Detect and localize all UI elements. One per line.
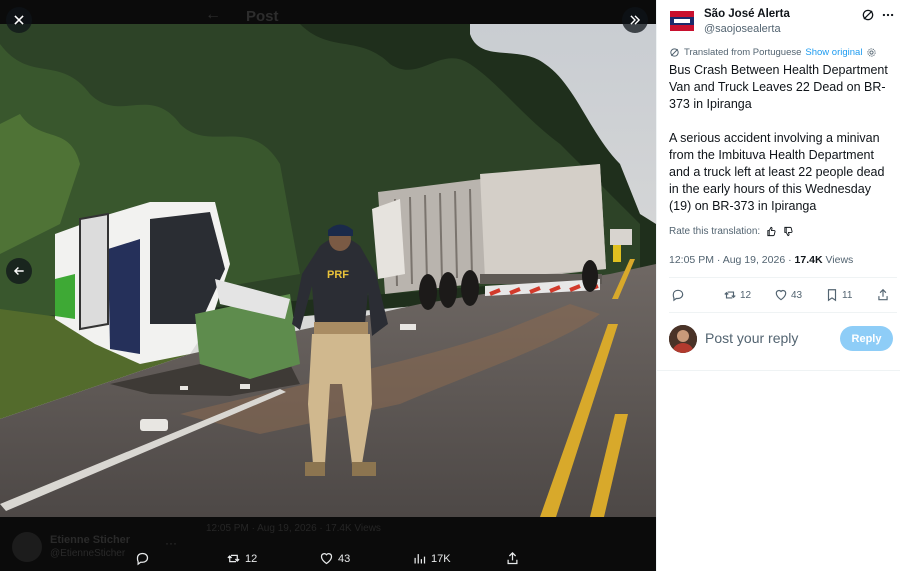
back-arrow-icon [13,267,24,275]
ghost-author-name: Etienne Sticher [50,534,131,546]
media-like-count: 43 [338,552,351,565]
tweet-body: A serious accident involving a minivan f… [669,131,885,213]
expand-icon [630,15,641,25]
author-name[interactable]: São José Alerta [704,8,790,20]
like-icon [775,289,787,301]
like-button[interactable]: 43 [774,288,802,302]
rate-translation: Rate this translation: [669,226,794,237]
bookmark-button[interactable]: 11 [825,288,852,302]
previous-media-button[interactable] [6,258,32,284]
rate-translation-label: Rate this translation: [669,226,761,237]
ghost-post-meta: 12:05 PM · Aug 19, 2026 · 17.4K Views [206,523,381,534]
avatar[interactable] [669,325,697,353]
media-views-button[interactable]: 17K [412,551,451,566]
grok-icon[interactable] [861,8,875,22]
tweet-meta: 12:05 PM · Aug 19, 2026 · 17.4K Views [669,254,853,266]
translated-label: Translated from Portuguese [684,47,802,58]
repost-count: 12 [740,289,752,301]
reply-icon [672,289,684,302]
share-button[interactable] [876,288,890,302]
media-share-button[interactable] [505,551,520,566]
share-icon [507,551,518,565]
more-icon[interactable] [881,8,895,22]
back-arrow-icon: ← [205,6,221,23]
divider [669,312,897,313]
user-avatar-image [669,325,697,353]
settings-icon[interactable] [866,47,877,58]
show-original-link[interactable]: Show original [805,47,862,58]
tweet-action-bar: 12 43 11 [657,282,900,310]
media-reply-button[interactable] [135,551,154,566]
avatar[interactable] [669,8,695,34]
ghost-post-title: Post [246,8,279,25]
media-repost-count: 12 [245,552,258,565]
media-like-button[interactable]: 43 [319,551,350,566]
repost-button[interactable]: 12 [723,288,751,302]
share-icon [878,288,888,301]
like-count: 43 [791,289,803,301]
media-views-count: 17K [431,552,451,565]
reply-icon [136,552,149,566]
media-action-bar: 12 43 17K [0,549,656,571]
divider [669,277,897,278]
expand-panel-button[interactable] [622,7,648,33]
tweet-text: Bus Crash Between Health Department Van … [669,62,895,232]
tweet-views-label: Views [825,254,854,266]
media-viewer: ← Post PRF Etienne Sticher @EtienneStich… [0,0,656,571]
thumbs-up-icon[interactable] [766,226,777,237]
ghost-more-icon: ··· [165,536,177,550]
reply-button[interactable] [671,288,688,302]
author-row: São José Alerta @saojosealerta [657,0,900,44]
thumbs-down-icon[interactable] [783,226,794,237]
close-icon [14,15,24,25]
crash-photo[interactable]: PRF [0,24,656,517]
repost-icon [724,291,736,299]
like-icon [320,553,333,565]
app-window: ← Post PRF Etienne Sticher @EtienneStich… [0,0,900,571]
tweet-panel: São José Alerta @saojosealerta Translate… [656,0,900,571]
reply-submit-button[interactable]: Reply [840,326,893,351]
translation-notice: Translated from Portuguese Show original [669,47,877,58]
author-logo [669,8,695,34]
bookmark-count: 11 [842,289,853,301]
author-handle[interactable]: @saojosealerta [704,23,781,35]
media-repost-button[interactable]: 12 [226,551,257,566]
tweet-headline: Bus Crash Between Health Department Van … [669,63,888,111]
reply-input[interactable]: Post your reply [705,330,798,346]
repost-icon [227,554,240,563]
close-button[interactable] [6,7,32,33]
tweet-views-count: 17.4K [794,254,823,266]
bookmark-icon [827,289,837,302]
divider [657,370,900,371]
tweet-time[interactable]: 12:05 PM · Aug 19, 2026 [669,254,785,266]
crash-photo-illustration: PRF [0,24,656,517]
translate-icon [670,48,679,57]
prf-badge-text: PRF [327,269,349,281]
views-icon [414,554,426,564]
